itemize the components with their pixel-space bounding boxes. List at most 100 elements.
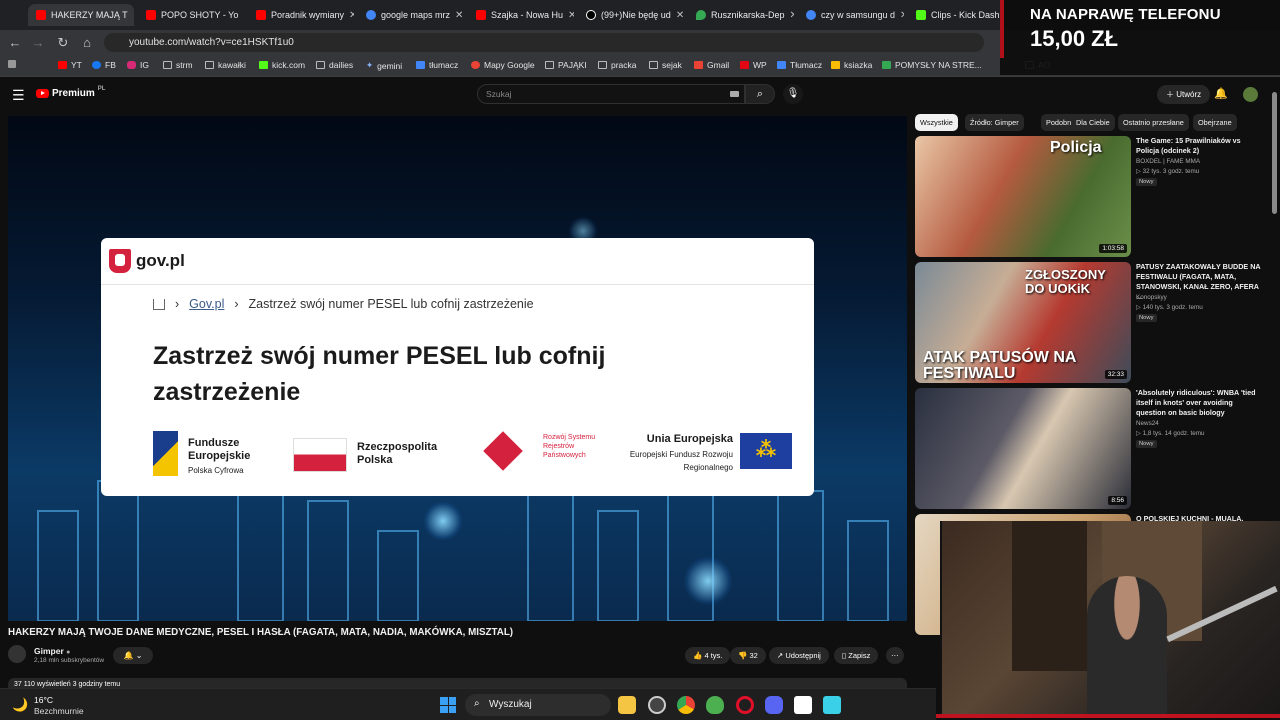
save-button[interactable]: ▯ Zapisz <box>834 647 879 664</box>
bookmark-wp[interactable]: WP <box>740 60 767 70</box>
keyboard-icon[interactable] <box>730 91 739 97</box>
recommendation-item[interactable]: 8:56 'Absolutely ridiculous': WNBA 'tied… <box>915 388 1265 510</box>
close-tab-icon[interactable]: ✕ <box>455 10 463 21</box>
tab-active[interactable]: HAKERZY MAJĄ T ✕ <box>28 4 134 26</box>
tab[interactable]: Clips - Kick Dashb <box>908 4 1008 26</box>
obs-icon[interactable] <box>794 696 812 714</box>
bookmark-fb[interactable]: FB <box>92 60 116 70</box>
search-button[interactable]: ⌕ <box>745 84 775 104</box>
bookmark-ideas[interactable]: POMYSŁY NA STRE... <box>882 60 982 70</box>
recommendation-item[interactable]: ZGŁOSZONY DO UOKiK ATAK PATUSÓW NA FESTI… <box>915 262 1265 384</box>
weather-condition[interactable]: Bezchmurnie <box>34 706 84 716</box>
avatar[interactable] <box>1243 87 1258 102</box>
subscribed-button[interactable]: 🔔 ⌄ <box>113 647 153 664</box>
breadcrumb-link: Gov.pl <box>189 297 225 311</box>
weather-temperature[interactable]: 16°C <box>34 695 53 705</box>
bookmark-translate[interactable]: tłumacz <box>416 60 458 70</box>
close-tab-icon[interactable]: ✕ <box>568 10 574 21</box>
close-tab-icon[interactable]: ✕ <box>900 10 904 21</box>
scrollbar[interactable] <box>1272 92 1277 214</box>
notifications-icon[interactable]: 🔔 <box>1214 87 1228 100</box>
bookmark-folder[interactable]: sejak <box>649 60 682 70</box>
chip-for-you[interactable]: Dla Ciebie <box>1071 114 1115 131</box>
funding-logos: Fundusze Europejskie Polska Cyfrowa Rzec… <box>153 431 793 481</box>
channel-name[interactable]: Gimper ● <box>34 646 70 656</box>
tab[interactable]: czy w samsungu d ✕ <box>798 4 904 26</box>
reload-icon[interactable]: ↻ <box>55 35 71 50</box>
taskbar-search[interactable]: Wyszukaj <box>465 694 611 716</box>
tab[interactable]: Poradnik wymiany ✕ <box>248 4 354 26</box>
notepad-icon[interactable] <box>823 696 841 714</box>
google-icon <box>806 10 816 20</box>
voice-search-button[interactable]: 🎙 <box>783 84 803 104</box>
share-button[interactable]: ↗ Udostępnij <box>769 647 829 664</box>
video-duration: 8:56 <box>1108 496 1127 505</box>
discord-icon[interactable] <box>765 696 783 714</box>
folder-icon <box>316 61 325 69</box>
video-thumbnail[interactable]: 8:56 <box>915 388 1131 509</box>
bookmark-gemini[interactable]: ✦ gemini <box>366 60 402 71</box>
gemini-icon: ✦ <box>366 60 374 70</box>
url-field[interactable]: youtube.com/watch?v=ce1HSKTf1u0 <box>104 33 984 52</box>
bookmark-folder[interactable]: kawałki <box>205 60 246 70</box>
recommendation-item[interactable]: Policja 1:03:58 The Game: 15 Prawilniakó… <box>915 136 1265 258</box>
video-thumbnail[interactable]: Policja 1:03:58 <box>915 136 1131 257</box>
thumbs-down-icon: 👎 <box>738 651 748 660</box>
bookmark-maps[interactable]: Mapy Google <box>471 60 535 70</box>
bookmark-folder[interactable]: PAJĄKI <box>545 60 587 70</box>
like-button[interactable]: 👍 4 tys. <box>685 647 731 664</box>
video-duration: 1:03:58 <box>1099 244 1127 253</box>
forward-icon[interactable]: → <box>30 35 46 50</box>
chip-watched[interactable]: Obejrzane <box>1193 114 1237 131</box>
close-tab-icon[interactable]: ✕ <box>133 10 134 21</box>
video-player[interactable]: gov.pl › Gov.pl › Zastrzeż swój numer PE… <box>8 116 907 621</box>
bookmark-kick[interactable]: kick.com <box>259 60 305 70</box>
bookmark-folder[interactable]: strm <box>163 60 193 70</box>
opera-icon[interactable] <box>736 696 754 714</box>
bookmark-folder[interactable]: pracka <box>598 60 637 70</box>
comments-button[interactable]: 👎 32 <box>730 647 766 664</box>
close-tab-icon[interactable]: ✕ <box>790 10 794 21</box>
bookmark-folder[interactable]: dailies <box>316 60 353 70</box>
search-input[interactable]: Szukaj <box>477 84 745 104</box>
bookmark-ig[interactable]: IG <box>127 60 149 70</box>
file-explorer-icon[interactable] <box>618 696 636 714</box>
windows-start-icon[interactable] <box>440 697 456 713</box>
close-tab-icon[interactable]: ✕ <box>243 10 244 21</box>
create-button[interactable]: ＋ Utwórz <box>1157 85 1211 104</box>
vpn-shield-icon[interactable] <box>706 696 724 714</box>
close-tab-icon[interactable]: ✕ <box>349 10 354 21</box>
bookmark-yt[interactable]: YT <box>58 60 82 70</box>
chip-all[interactable]: Wszystkie <box>915 114 958 131</box>
menu-icon[interactable]: ☰ <box>12 87 25 104</box>
back-icon[interactable]: ← <box>7 35 23 50</box>
apps-icon[interactable] <box>8 60 16 68</box>
new-badge: Nowy <box>1136 440 1157 448</box>
kick-icon <box>916 10 926 20</box>
webcam-accent-bar <box>936 714 1280 718</box>
close-tab-icon[interactable]: ✕ <box>676 10 684 21</box>
home-icon[interactable]: ⌂ <box>79 35 95 50</box>
bookmark-gmail[interactable]: Gmail <box>694 60 729 70</box>
tab[interactable]: Szajka - Nowa Hu ✕ <box>468 4 574 26</box>
verified-icon: ● <box>66 649 71 656</box>
chip-source[interactable]: Źródło: Gimper <box>965 114 1024 131</box>
video-thumbnail[interactable]: ZGŁOSZONY DO UOKiK ATAK PATUSÓW NA FESTI… <box>915 262 1131 383</box>
more-actions-button[interactable]: ⋯ <box>886 647 904 664</box>
tab[interactable]: (99+)Nie będę ud ✕ <box>578 4 684 26</box>
new-badge: Nowy <box>1136 178 1157 186</box>
folder-icon <box>545 61 554 69</box>
door-frame <box>1012 521 1087 671</box>
bookmark-translate[interactable]: Tłumacz <box>777 60 822 70</box>
channel-avatar[interactable] <box>8 645 26 663</box>
chip-recent[interactable]: Ostatnio przesłane <box>1118 114 1189 131</box>
tab[interactable]: google maps mrz ✕ <box>358 4 464 26</box>
bookmark-book[interactable]: ksiazka <box>831 60 872 70</box>
steam-icon[interactable] <box>648 696 666 714</box>
chrome-icon[interactable] <box>677 696 695 714</box>
search-icon: ⌕ <box>756 88 764 100</box>
youtube-logo[interactable]: Premium PL <box>36 86 105 99</box>
tab[interactable]: POPO SHOTY - Yo ✕ <box>138 4 244 26</box>
weather-moon-icon[interactable]: 🌙 <box>12 697 28 713</box>
tab[interactable]: Rusznikarska-Dep ✕ <box>688 4 794 26</box>
